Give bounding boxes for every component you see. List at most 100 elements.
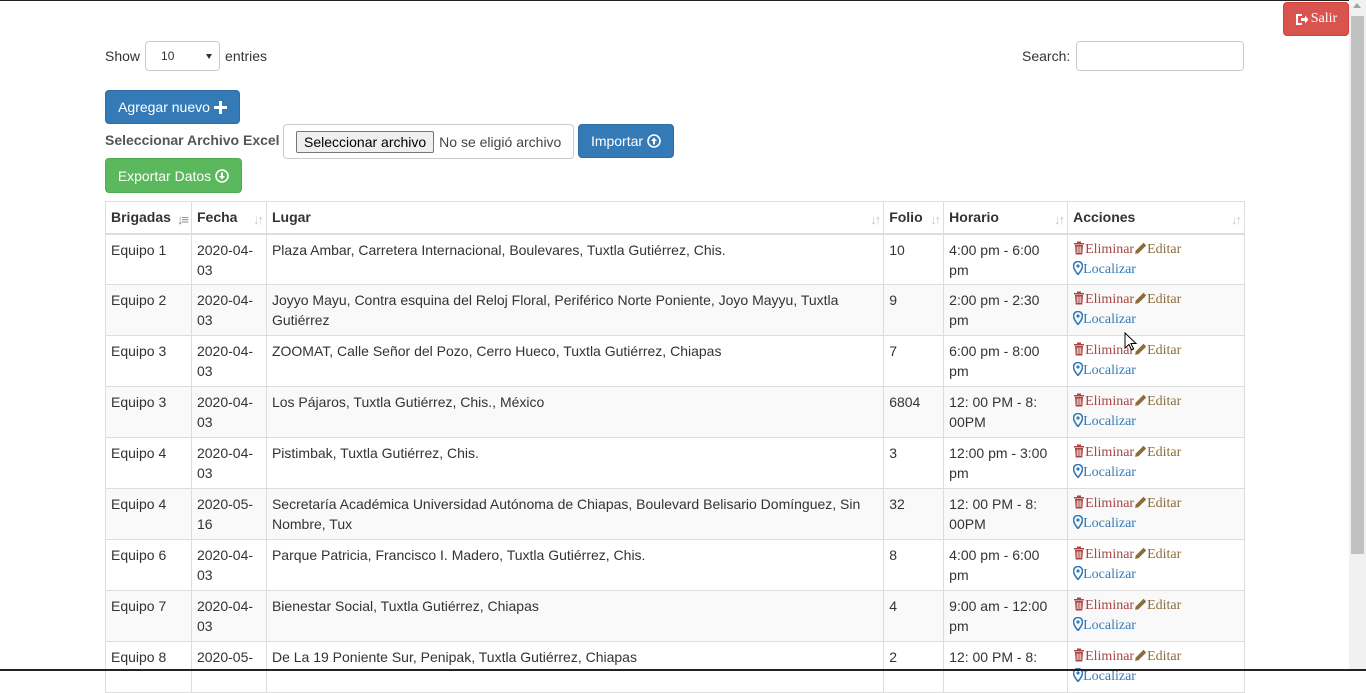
map-marker-icon xyxy=(1073,515,1084,529)
excel-file-label: Seleccionar Archivo Excel xyxy=(105,132,280,148)
edit-link[interactable]: Editar xyxy=(1134,598,1181,613)
table-row: Equipo 4 2020-05-16 Secretaría Académica U… xyxy=(105,488,1245,540)
column-header-acciones[interactable]: Acciones ↓↑ xyxy=(1067,201,1245,235)
sort-ascending-icon: ↓≡ xyxy=(176,212,189,227)
column-header-folio[interactable]: Folio ↓↑ xyxy=(883,201,945,235)
delete-link[interactable]: Eliminar xyxy=(1073,291,1135,307)
locate-label: Localizar xyxy=(1083,312,1136,327)
locate-link[interactable]: Localizar xyxy=(1073,617,1136,633)
search-label: Search: xyxy=(1022,48,1071,64)
entries-label: entries xyxy=(225,48,268,64)
map-marker-icon xyxy=(1073,566,1084,580)
search-control: Search: xyxy=(1022,41,1245,71)
locate-link[interactable]: Localizar xyxy=(1073,413,1136,429)
cell-brigada: Equipo 8 xyxy=(105,641,192,693)
edit-link[interactable]: Editar xyxy=(1134,547,1181,562)
locate-link[interactable]: Localizar xyxy=(1073,566,1136,582)
map-marker-icon xyxy=(1073,464,1084,478)
column-header-brigadas[interactable]: Brigadas ↓≡ xyxy=(105,201,192,235)
cell-lugar: Bienestar Social, Tuxtla Gutiérrez, Chia… xyxy=(265,590,885,642)
edit-label: Editar xyxy=(1147,547,1182,562)
logout-button[interactable]: Salir xyxy=(1283,2,1349,36)
cell-acciones: Eliminar Editar Localizar xyxy=(1067,488,1245,540)
locate-link[interactable]: Localizar xyxy=(1073,515,1136,531)
page-scrollbar[interactable] xyxy=(1349,0,1366,671)
edit-link[interactable]: Editar xyxy=(1134,496,1181,511)
table-row: Equipo 6 2020-04-03 Parque Patricia, Franc… xyxy=(105,539,1245,591)
edit-link[interactable]: Editar xyxy=(1134,292,1181,307)
delete-link[interactable]: Eliminar xyxy=(1073,546,1134,562)
edit-label: Editar xyxy=(1147,445,1182,460)
edit-link[interactable]: Editar xyxy=(1134,242,1181,257)
scroll-thumb[interactable] xyxy=(1351,16,1364,554)
edit-link[interactable]: Editar xyxy=(1134,649,1181,664)
brigadas-table: Brigadas ↓≡ Fecha ↓↑ Lugar ↓↑ Folio ↓↑ Horar… xyxy=(105,201,1245,693)
search-input[interactable] xyxy=(1076,41,1245,71)
cell-folio: 2 xyxy=(883,641,945,693)
cell-lugar: Parque Patricia, Francisco I. Madero, Tu… xyxy=(265,539,885,591)
excel-file-input[interactable]: Seleccionar archivo No se eligió archivo xyxy=(283,124,574,159)
import-button[interactable]: Importar xyxy=(578,124,674,158)
edit-label: Editar xyxy=(1147,292,1182,307)
cell-horario: 9:00 am - 12:00 pm xyxy=(943,590,1069,642)
trash-icon xyxy=(1074,342,1085,356)
locate-link[interactable]: Localizar xyxy=(1073,260,1136,277)
edit-link[interactable]: Editar xyxy=(1134,343,1181,358)
delete-link[interactable]: Eliminar xyxy=(1073,648,1134,664)
locate-link[interactable]: Localizar xyxy=(1073,668,1136,684)
export-label: Exportar Datos xyxy=(117,167,212,184)
sort-icon: ↓↑ xyxy=(930,212,941,227)
sort-icon: ↓↑ xyxy=(1231,212,1242,227)
edit-link[interactable]: Editar xyxy=(1134,445,1181,460)
delete-link[interactable]: Eliminar xyxy=(1073,241,1135,257)
table-row: Equipo 3 2020-04-03 ZOOMAT, Calle Señor de… xyxy=(105,335,1245,387)
cell-fecha: 2020-05- xyxy=(190,641,267,693)
delete-link[interactable]: Eliminar xyxy=(1073,597,1135,613)
delete-link[interactable]: Eliminar xyxy=(1073,393,1135,409)
locate-link[interactable]: Localizar xyxy=(1073,311,1136,327)
delete-link[interactable]: Eliminar xyxy=(1073,444,1135,460)
edit-label: Editar xyxy=(1147,649,1182,664)
scroll-up-arrow-icon[interactable] xyxy=(1353,3,1361,8)
edit-label: Editar xyxy=(1147,343,1182,358)
delete-link[interactable]: Eliminar xyxy=(1073,495,1135,511)
delete-label: Eliminar xyxy=(1085,292,1135,307)
column-header-fecha[interactable]: Fecha ↓↑ xyxy=(190,201,267,235)
cell-folio: 8 xyxy=(883,539,945,591)
cell-horario: 12: 00 PM - 8: xyxy=(943,641,1069,693)
cell-acciones: Eliminar Editar Localizar xyxy=(1067,233,1245,285)
cell-lugar: Los Pájaros, Tuxtla Gutiérrez, Chis., Mé… xyxy=(265,386,885,438)
cell-fecha: 2020-04-03 xyxy=(190,386,267,438)
delete-label: Eliminar xyxy=(1085,394,1135,409)
table-row: Equipo 4 2020-04-03 Pistimbak, Tuxtla Guti… xyxy=(105,437,1245,489)
locate-link[interactable]: Localizar xyxy=(1073,464,1136,480)
delete-label: Eliminar xyxy=(1085,496,1135,511)
add-new-label: Agregar nuevo xyxy=(118,99,210,115)
file-status-text: No se eligió archivo xyxy=(439,133,562,150)
table-row: Equipo 2 2020-04-03 Joyyo Mayu, Contra esq… xyxy=(105,284,1245,336)
cell-brigada: Equipo 2 xyxy=(105,284,192,336)
trash-icon xyxy=(1074,597,1085,611)
export-button[interactable]: Exportar Datos xyxy=(105,158,242,193)
edit-link[interactable]: Editar xyxy=(1134,394,1181,409)
cell-folio: 9 xyxy=(883,284,945,336)
cell-acciones: Eliminar Editar Localizar xyxy=(1067,641,1245,693)
cell-lugar: ZOOMAT, Calle Señor del Pozo, Cerro Huec… xyxy=(265,335,885,387)
pencil-icon xyxy=(1135,292,1147,304)
cell-acciones: Eliminar Editar Localizar xyxy=(1067,539,1245,591)
cell-horario: 12: 00 PM - 8: 00PM xyxy=(943,386,1069,438)
delete-label: Eliminar xyxy=(1085,598,1135,613)
locate-link[interactable]: Localizar xyxy=(1073,362,1136,378)
column-header-lugar[interactable]: Lugar ↓↑ xyxy=(265,201,885,235)
cell-horario: 4:00 pm - 6:00 pm xyxy=(943,233,1069,285)
pencil-icon xyxy=(1135,394,1147,406)
cell-fecha: 2020-04-03 xyxy=(190,335,267,387)
entries-select[interactable]: 10 xyxy=(145,41,221,71)
map-marker-icon xyxy=(1073,413,1084,427)
delete-label: Eliminar xyxy=(1085,445,1135,460)
add-new-button[interactable]: Agregar nuevo xyxy=(105,90,240,124)
delete-label: Eliminar xyxy=(1085,241,1135,257)
choose-file-button[interactable]: Seleccionar archivo xyxy=(296,130,435,153)
column-header-horario[interactable]: Horario ↓↑ xyxy=(943,201,1069,235)
page-length-control: Show 10 entries xyxy=(105,41,267,71)
